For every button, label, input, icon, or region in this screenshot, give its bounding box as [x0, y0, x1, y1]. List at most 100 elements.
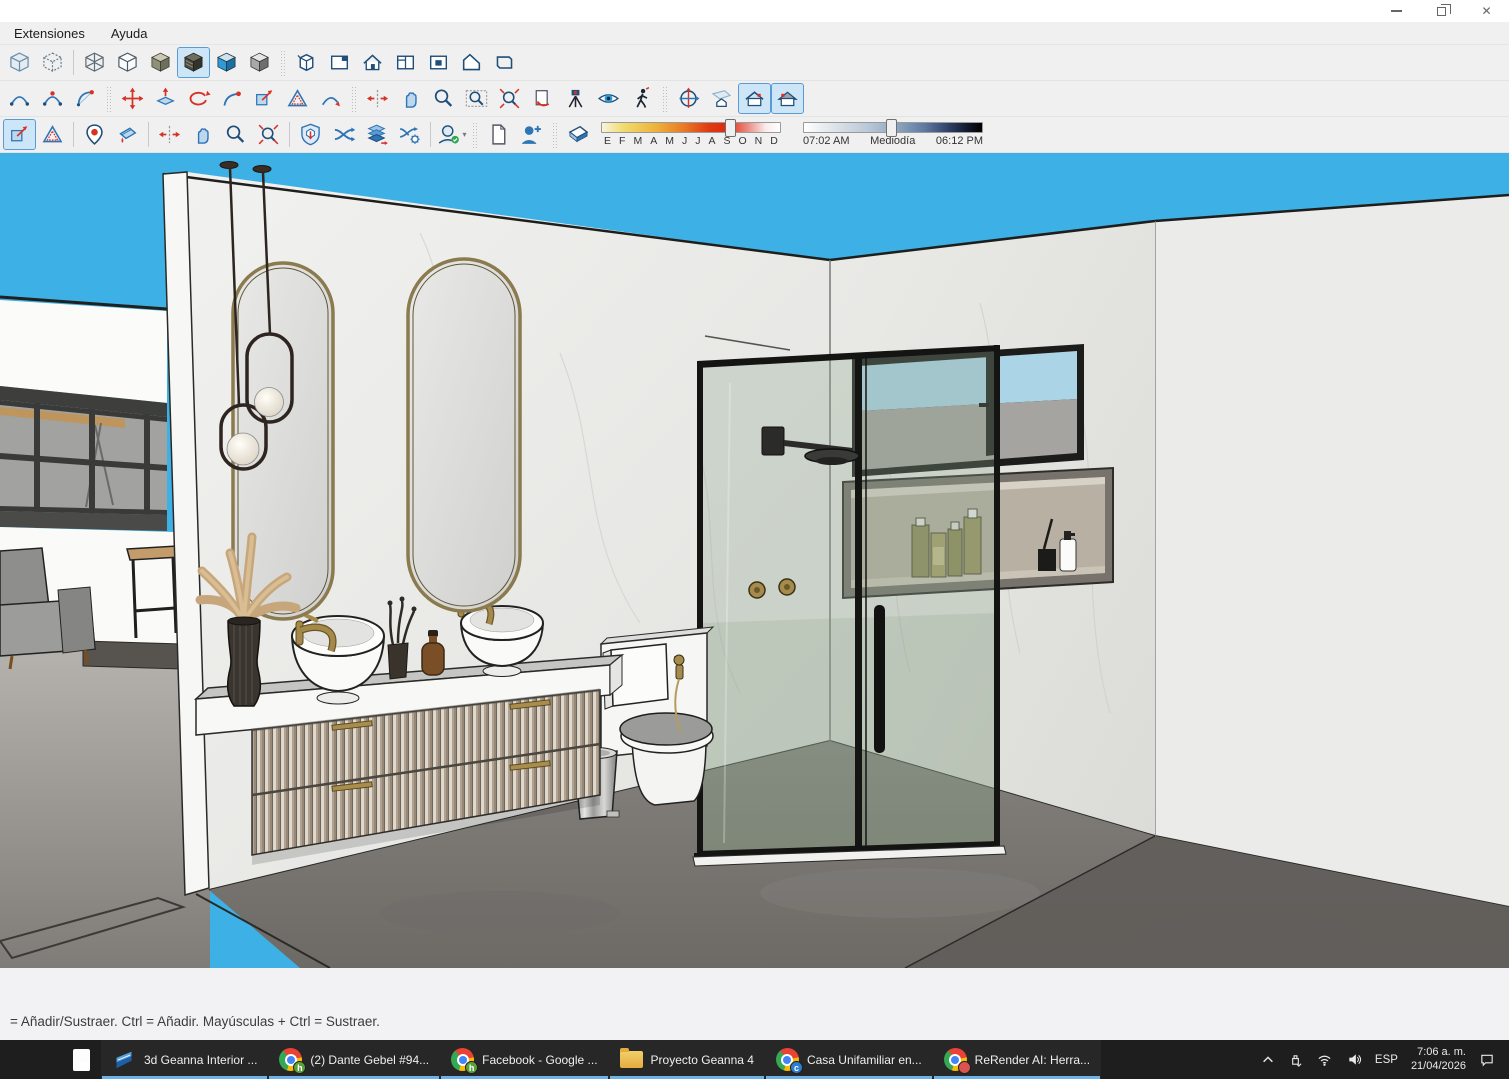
viewport-scene[interactable]: [0, 153, 1509, 968]
tab-badge: h: [293, 1061, 306, 1074]
notifications-icon[interactable]: [1479, 1052, 1495, 1067]
document-icon: [73, 1049, 90, 1071]
style-xray[interactable]: [3, 47, 36, 78]
component-download[interactable]: [294, 119, 327, 150]
iso-view[interactable]: [705, 83, 738, 114]
tray-chevron-icon[interactable]: [1261, 1053, 1275, 1067]
scale-tool-2[interactable]: [3, 119, 36, 150]
toolbar-row-tools: [0, 81, 1509, 117]
toolbar-drag-handle[interactable]: [351, 86, 357, 112]
flip-tool[interactable]: [361, 83, 394, 114]
taskbar-item-chrome-facebook[interactable]: hFacebook - Google ...: [440, 1040, 608, 1079]
view-house[interactable]: [356, 47, 389, 78]
location-pin[interactable]: [78, 119, 111, 150]
taskbar-item-document[interactable]: [62, 1040, 101, 1079]
pan-tool-2[interactable]: [186, 119, 219, 150]
previous-view[interactable]: [526, 83, 559, 114]
language-indicator[interactable]: ESP: [1375, 1054, 1398, 1066]
taskbar-item-folder-proyecto[interactable]: Proyecto Geanna 4: [609, 1040, 765, 1079]
toolbar-drag-handle[interactable]: [106, 86, 112, 112]
layers-export[interactable]: [360, 119, 393, 150]
pie-tool[interactable]: [69, 83, 102, 114]
viewport[interactable]: [0, 153, 1509, 968]
toolbar-row-extra: ▾ EFMAMJJASOND 07:02 AM Mediodía 06:12 P…: [0, 117, 1509, 153]
two-point-arc-tool[interactable]: [36, 83, 69, 114]
shadows-toggle[interactable]: [562, 119, 595, 150]
clock[interactable]: 7:06 a. m. 21/04/2026: [1411, 1046, 1466, 1074]
style-wireframe[interactable]: [78, 47, 111, 78]
shadow-date-slider-thumb[interactable]: [725, 119, 736, 137]
style-textured[interactable]: [210, 47, 243, 78]
style-monochrome[interactable]: [243, 47, 276, 78]
scale-tool[interactable]: [248, 83, 281, 114]
toolbar-drag-handle[interactable]: [662, 86, 668, 112]
usb-icon[interactable]: [1288, 1052, 1303, 1067]
account[interactable]: ▾: [435, 119, 468, 150]
taskbar-item-chrome-casa[interactable]: cCasa Unifamiliar en...: [765, 1040, 933, 1079]
shadow-time-slider-thumb[interactable]: [886, 119, 897, 137]
rotate-tool[interactable]: [182, 83, 215, 114]
swap-tool[interactable]: [327, 119, 360, 150]
arc-tool[interactable]: [3, 83, 36, 114]
swap-settings[interactable]: [393, 119, 426, 150]
flip-tool-2[interactable]: [153, 119, 186, 150]
menu-help[interactable]: Ayuda: [109, 24, 150, 43]
wifi-icon[interactable]: [1316, 1052, 1333, 1067]
minimize-button[interactable]: [1374, 0, 1419, 22]
tab-badge: h: [465, 1061, 478, 1074]
style-hidden-line[interactable]: [111, 47, 144, 78]
zoom-extents-2[interactable]: [252, 119, 285, 150]
taskbar-item-chrome-dante[interactable]: h(2) Dante Gebel #94...: [268, 1040, 440, 1079]
status-hint-text: = Añadir/Sustraer. Ctrl = Añadir. Mayúsc…: [10, 1014, 380, 1029]
style-shaded[interactable]: [144, 47, 177, 78]
toolbar-drag-handle[interactable]: [472, 122, 478, 148]
walk-tool[interactable]: [625, 83, 658, 114]
model-library[interactable]: [290, 47, 323, 78]
style-back-edges[interactable]: [36, 47, 69, 78]
follow-me-tool[interactable]: [215, 83, 248, 114]
chrome-icon: c: [776, 1048, 799, 1071]
style-shaded-textures[interactable]: [177, 47, 210, 78]
taskbar-item-sketchup[interactable]: 3d Geanna Interior ...: [101, 1040, 268, 1079]
speaker-icon[interactable]: [1346, 1052, 1362, 1067]
toolbar-drag-handle[interactable]: [552, 122, 558, 148]
restore-button[interactable]: [1419, 0, 1464, 22]
toolbar-row-styles: [0, 45, 1509, 81]
orbit-view[interactable]: [672, 83, 705, 114]
sketchup-icon: [112, 1048, 136, 1072]
close-button[interactable]: [1464, 0, 1509, 22]
taskbar-item-chrome-rerender[interactable]: ReRender AI: Herra...: [933, 1040, 1101, 1079]
zoom-extents-tool[interactable]: [493, 83, 526, 114]
move-tool[interactable]: [116, 83, 149, 114]
zoom-window-tool[interactable]: [460, 83, 493, 114]
shadow-time-slider[interactable]: [803, 122, 983, 133]
push-pull-tool[interactable]: [149, 83, 182, 114]
offset-tool-2[interactable]: [36, 119, 69, 150]
back-view[interactable]: [771, 83, 804, 114]
offset-tool[interactable]: [281, 83, 314, 114]
front-view[interactable]: [738, 83, 771, 114]
add-person[interactable]: [515, 119, 548, 150]
shadow-date-slider[interactable]: [601, 122, 781, 133]
month-tick-label: M: [665, 135, 674, 147]
position-camera-tool[interactable]: [559, 83, 592, 114]
look-around-tool[interactable]: [592, 83, 625, 114]
paint-bucket[interactable]: [111, 119, 144, 150]
shadows-toolbar: EFMAMJJASOND 07:02 AM Mediodía 06:12 PM: [601, 122, 1005, 147]
zoom-tool-2[interactable]: [219, 119, 252, 150]
section-plane[interactable]: [323, 47, 356, 78]
dropdown-caret-icon[interactable]: ▾: [462, 130, 466, 139]
pan-tool[interactable]: [394, 83, 427, 114]
toolbar-drag-handle[interactable]: [280, 50, 286, 76]
menu-extensions[interactable]: Extensiones: [12, 24, 87, 43]
zoom-tool[interactable]: [427, 83, 460, 114]
section-outline[interactable]: [488, 47, 521, 78]
arc-offset-tool[interactable]: [314, 83, 347, 114]
month-tick-label: J: [682, 135, 687, 147]
tab-badge: [958, 1061, 971, 1074]
system-tray: ESP 7:06 a. m. 21/04/2026: [1247, 1040, 1509, 1079]
section-fill[interactable]: [422, 47, 455, 78]
section-display[interactable]: [389, 47, 422, 78]
roof-view[interactable]: [455, 47, 488, 78]
new-file[interactable]: [482, 119, 515, 150]
